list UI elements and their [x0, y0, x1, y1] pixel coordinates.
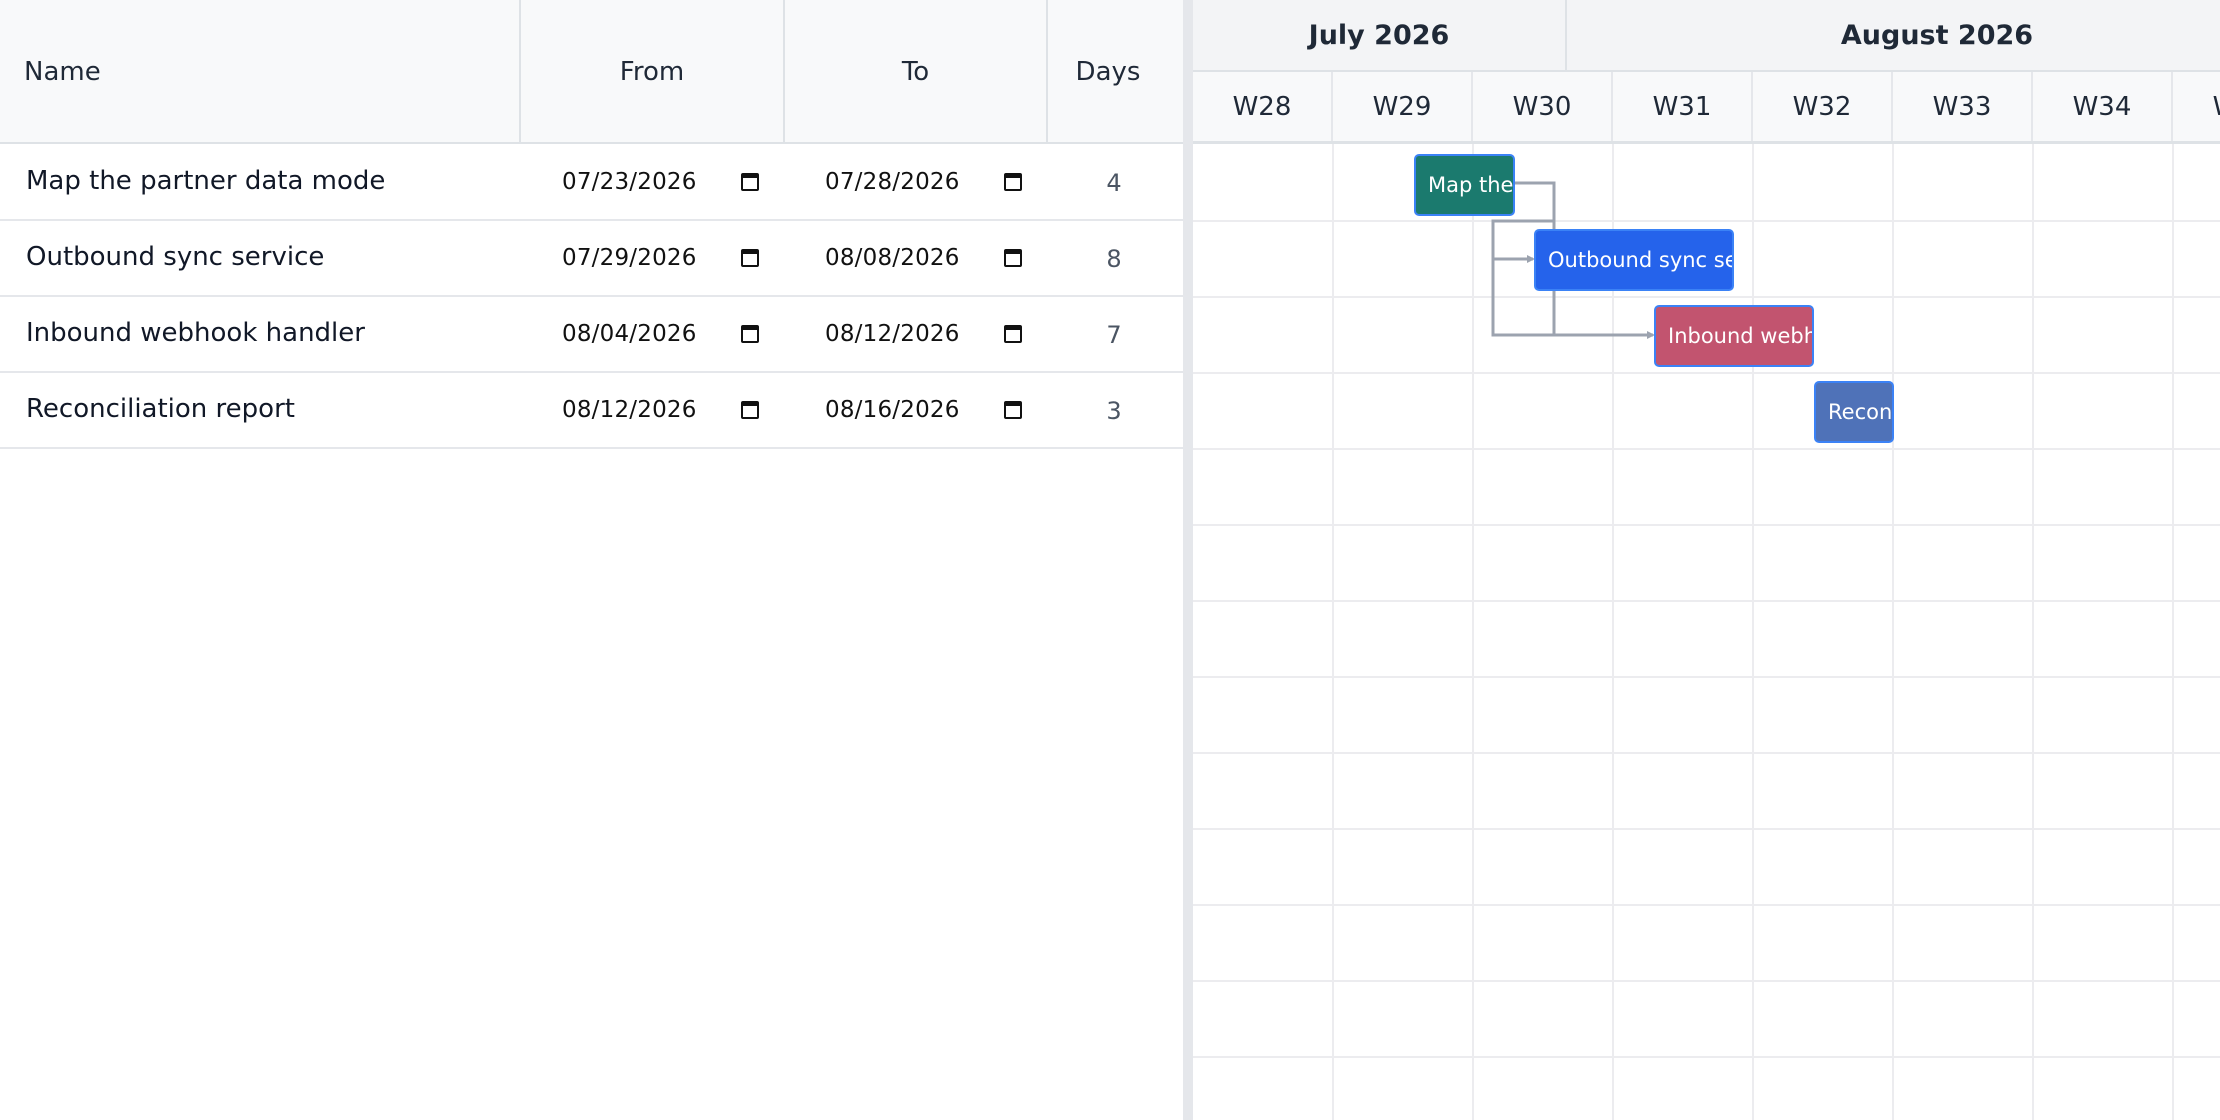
dependency-links	[1491, 181, 1655, 339]
from-date-input[interactable]: 07/23/2026	[562, 145, 782, 219]
task-days: 3	[1106, 397, 1122, 425]
calendar-icon[interactable]	[741, 173, 759, 191]
week-header: W29	[1333, 72, 1473, 141]
month-scale: July 2026 August 2026	[1193, 0, 2220, 72]
to-date-value: 07/28/2026	[825, 169, 960, 195]
grid-line	[1193, 220, 2220, 222]
grid-header: Name From To Days	[0, 0, 1183, 144]
calendar-icon[interactable]	[741, 325, 759, 343]
month-header: August 2026	[1840, 19, 2034, 51]
calendar-icon[interactable]	[741, 249, 759, 267]
from-date-value: 08/12/2026	[562, 397, 697, 423]
column-header-to[interactable]: To	[785, 0, 1048, 144]
task-bar[interactable]: Map the partner data model	[1414, 154, 1515, 216]
grid-line	[1193, 524, 2220, 526]
task-bar[interactable]: Reconciliation report	[1814, 381, 1894, 443]
calendar-icon[interactable]	[1004, 249, 1022, 267]
task-name[interactable]: Reconciliation report	[26, 373, 386, 447]
grid-line	[1472, 144, 1474, 1120]
grid-line	[2172, 144, 2174, 1120]
from-date-input[interactable]: 07/29/2026	[562, 221, 782, 295]
to-date-value: 08/08/2026	[825, 245, 960, 271]
table-row[interactable]: Map the partner data model 07/23/2026 07…	[0, 145, 1183, 221]
table-row[interactable]: Inbound webhook handler 08/04/2026 08/12…	[0, 297, 1183, 373]
to-date-value: 08/12/2026	[825, 321, 960, 347]
grid-line	[1193, 600, 2220, 602]
table-row[interactable]: Reconciliation report 08/12/2026 08/16/2…	[0, 373, 1183, 449]
task-grid: Name From To Days Map the partner data m…	[0, 0, 1183, 1120]
grid-line	[1193, 752, 2220, 754]
calendar-icon[interactable]	[1004, 401, 1022, 419]
to-date-input[interactable]: 08/16/2026	[825, 373, 1045, 447]
grid-line	[1193, 980, 2220, 982]
table-row[interactable]: Outbound sync service 07/29/2026 08/08/2…	[0, 221, 1183, 297]
grid-line	[1332, 144, 1334, 1120]
task-bar[interactable]: Inbound webhook handler	[1654, 305, 1814, 367]
to-date-input[interactable]: 07/28/2026	[825, 145, 1045, 219]
grid-line	[1193, 296, 2220, 298]
task-bar[interactable]: Outbound sync service	[1534, 229, 1734, 291]
grid-line	[1193, 1056, 2220, 1058]
week-scale: W28 W29 W30 W31 W32 W33 W34 W35	[1193, 72, 2220, 144]
from-date-input[interactable]: 08/12/2026	[562, 373, 782, 447]
week-header: W31	[1613, 72, 1753, 141]
column-header-name[interactable]: Name	[0, 0, 521, 144]
to-date-input[interactable]: 08/12/2026	[825, 297, 1045, 371]
grid-line	[1752, 144, 1754, 1120]
task-name[interactable]: Inbound webhook handler	[26, 297, 386, 371]
to-date-input[interactable]: 08/08/2026	[825, 221, 1045, 295]
column-header-from[interactable]: From	[521, 0, 785, 144]
week-header: W28	[1193, 72, 1333, 141]
task-days: 8	[1106, 245, 1122, 273]
from-date-value: 07/23/2026	[562, 169, 697, 195]
week-header: W30	[1473, 72, 1613, 141]
calendar-icon[interactable]	[1004, 325, 1022, 343]
week-header: W35	[2173, 72, 2220, 141]
week-header: W32	[1753, 72, 1893, 141]
to-date-value: 08/16/2026	[825, 397, 960, 423]
week-header: W33	[1893, 72, 2033, 141]
grid-line	[1193, 448, 2220, 450]
from-date-value: 07/29/2026	[562, 245, 697, 271]
grid-line	[2032, 144, 2034, 1120]
calendar-icon[interactable]	[741, 401, 759, 419]
grid-line	[1193, 372, 2220, 374]
week-header: W34	[2033, 72, 2173, 141]
task-days: 7	[1106, 321, 1122, 349]
grid-line	[1193, 676, 2220, 678]
column-header-days[interactable]: Days	[1048, 0, 1168, 144]
from-date-input[interactable]: 08/04/2026	[562, 297, 782, 371]
month-header: July 2026	[1193, 0, 1567, 70]
gantt-chart: July 2026 August 2026 W28 W29 W30 W31 W3…	[1193, 0, 2220, 1120]
task-name[interactable]: Outbound sync service	[26, 221, 386, 295]
from-date-value: 08/04/2026	[562, 321, 697, 347]
grid-line	[1193, 828, 2220, 830]
task-days: 4	[1106, 169, 1122, 197]
calendar-icon[interactable]	[1004, 173, 1022, 191]
grid-line	[1193, 904, 2220, 906]
task-name[interactable]: Map the partner data model	[26, 145, 386, 219]
grid-chart-splitter[interactable]	[1183, 0, 1193, 1120]
grid-line	[1892, 144, 1894, 1120]
